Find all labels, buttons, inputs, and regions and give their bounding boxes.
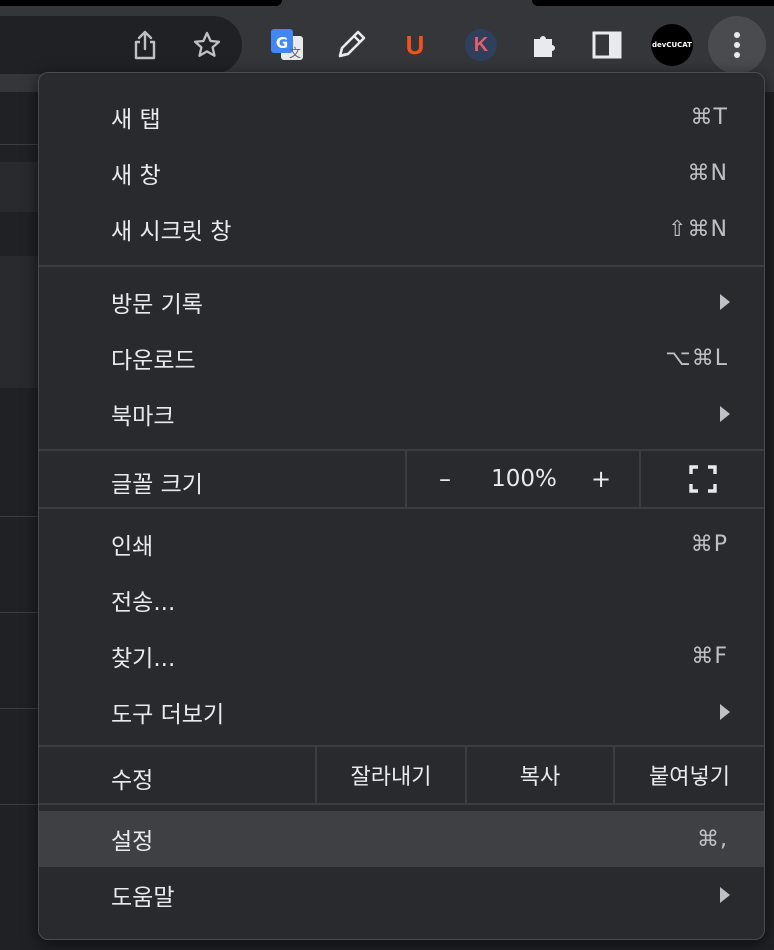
menu-item-shortcut: ⌥⌘L (665, 345, 728, 371)
cut-button[interactable]: 잘라내기 (317, 747, 465, 803)
menu-item-label: 도구 더보기 (111, 702, 225, 728)
share-icon[interactable] (124, 24, 166, 66)
menu-item-label: 인쇄 (111, 534, 154, 560)
chrome-main-menu: 새 탭 ⌘T 새 창 ⌘N 새 시크릿 창 ⇧⌘N 방문 기록 다운로드 ⌥⌘L… (38, 72, 765, 940)
menu-item-shortcut: ⌘, (697, 826, 728, 852)
menu-item-shortcut: ⌘T (690, 104, 728, 130)
more-vert-icon (734, 32, 740, 58)
page-divider (0, 708, 40, 709)
menu-row-zoom: 글꼴 크기 – 100% + (39, 451, 764, 507)
paste-button[interactable]: 붙여넣기 (615, 747, 764, 803)
menu-item-print[interactable]: 인쇄 ⌘P (39, 516, 764, 572)
tab-strip-edge (0, 0, 282, 6)
menu-separator (39, 803, 764, 805)
menu-item-find[interactable]: 찾기... ⌘F (39, 628, 764, 684)
profile-avatar[interactable]: devCUCAT (651, 24, 693, 66)
zoom-in-button[interactable]: + (565, 451, 637, 507)
page-background (0, 92, 40, 950)
profile-label: devCUCAT (651, 24, 693, 66)
page-divider (0, 516, 40, 517)
menu-item-label: 새 시크릿 창 (111, 219, 232, 245)
menu-item-shortcut: ⌘N (687, 160, 728, 186)
menu-item-incognito[interactable]: 새 시크릿 창 ⇧⌘N (39, 201, 764, 257)
page-divider (0, 804, 40, 805)
tab-strip-edge-right (532, 0, 774, 6)
menu-item-more-tools[interactable]: 도구 더보기 (39, 684, 764, 740)
pencil-icon[interactable] (330, 24, 372, 66)
menu-separator (39, 265, 764, 267)
submenu-arrow-icon (720, 704, 730, 720)
page-band (0, 162, 40, 212)
side-panel-icon[interactable] (586, 24, 628, 66)
menu-item-cast[interactable]: 전송... (39, 572, 764, 628)
zoom-out-button[interactable]: – (407, 451, 483, 507)
copy-button[interactable]: 복사 (467, 747, 613, 803)
menu-item-new-window[interactable]: 새 창 ⌘N (39, 145, 764, 201)
zoom-value: 100% (491, 466, 557, 492)
submenu-arrow-icon (720, 887, 730, 903)
zoom-label: 글꼴 크기 (111, 472, 203, 498)
page-band (0, 256, 40, 388)
menu-separator (39, 507, 764, 509)
menu-item-shortcut: ⇧⌘N (668, 216, 728, 242)
u-extension-icon[interactable]: U (394, 24, 436, 66)
k-extension-icon[interactable]: K (460, 24, 502, 66)
submenu-arrow-icon (720, 406, 730, 422)
menu-item-label: 새 창 (111, 163, 161, 189)
translate-char: 文 (289, 45, 301, 60)
puzzle-icon[interactable] (524, 24, 566, 66)
menu-item-label: 북마크 (111, 404, 175, 430)
menu-item-bookmarks[interactable]: 북마크 (39, 386, 764, 442)
google-translate-icon[interactable]: G 文 (266, 24, 308, 66)
menu-item-label: 새 탭 (111, 107, 161, 133)
u-extension-letter: U (405, 29, 425, 60)
submenu-arrow-icon (720, 294, 730, 310)
menu-item-shortcut: ⌘F (691, 643, 728, 669)
k-extension-letter: K (465, 29, 497, 61)
menu-item-label: 찾기... (111, 646, 176, 672)
menu-item-downloads[interactable]: 다운로드 ⌥⌘L (39, 330, 764, 386)
chrome-menu-button[interactable] (708, 16, 766, 74)
translate-g-letter: G (276, 34, 288, 52)
menu-item-history[interactable]: 방문 기록 (39, 274, 764, 330)
star-icon[interactable] (186, 24, 228, 66)
menu-item-label: 도움말 (111, 885, 175, 911)
window-frame (0, 0, 774, 12)
menu-item-label: 방문 기록 (111, 292, 203, 318)
menu-row-edit: 수정 잘라내기 복사 붙여넣기 (39, 747, 764, 803)
menu-item-new-tab[interactable]: 새 탭 ⌘T (39, 89, 764, 145)
menu-item-label: 설정 (111, 829, 154, 855)
page-divider (0, 612, 40, 613)
menu-item-help[interactable]: 도움말 (39, 867, 764, 923)
menu-item-label: 다운로드 (111, 348, 196, 374)
fullscreen-button[interactable] (641, 451, 764, 507)
menu-item-settings[interactable]: 설정 ⌘, (39, 811, 764, 867)
menu-item-label: 전송... (111, 590, 176, 616)
page-divider (0, 144, 40, 145)
menu-item-shortcut: ⌘P (690, 531, 728, 557)
fullscreen-icon (688, 465, 717, 493)
edit-label: 수정 (111, 768, 154, 794)
